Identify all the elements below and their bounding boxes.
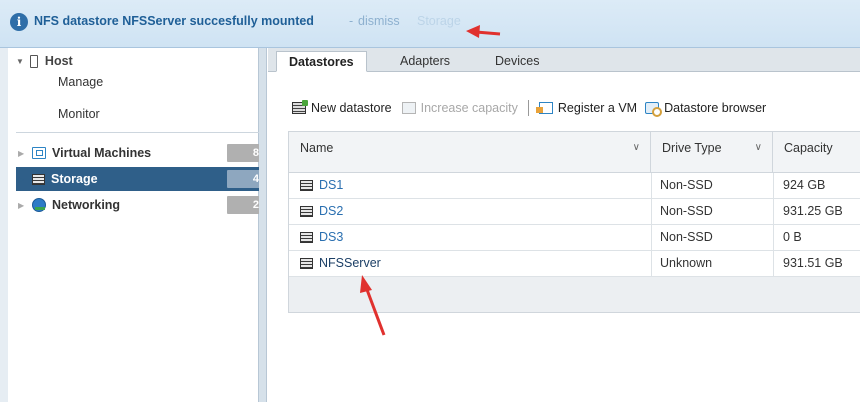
sidebar-item-networking[interactable]: ▶ Networking 2 [16,193,267,217]
sidebar-item-label: Networking [52,198,121,212]
sidebar-item-virtual-machines[interactable]: ▶ Virtual Machines 8 [16,141,267,165]
column-header-name[interactable]: Name ∨ [289,132,651,172]
table-footer [289,277,860,313]
datastore-browser-button[interactable]: Datastore browser [645,101,767,117]
toolbar: New datastore Increase capacity Register… [292,98,766,118]
capacity-cell: 924 GB [783,178,826,192]
register-vm-icon [535,102,553,114]
host-node[interactable]: ▼ Host [16,51,73,71]
sidebar-resize-handle[interactable] [259,48,267,402]
datastore-browser-label: Datastore browser [664,101,767,115]
register-vm-button[interactable]: Register a VM [535,101,638,115]
sidebar-item-label: Virtual Machines [52,146,152,160]
host-label: Host [44,54,73,68]
tab-devices[interactable]: Devices [483,51,551,72]
sidebar-item-manage[interactable]: Manage [58,75,103,89]
column-divider [651,199,652,224]
register-vm-label: Register a VM [557,101,638,115]
caret-down-icon[interactable]: ▼ [16,57,24,66]
notification-banner: i NFS datastore NFSServer succesfully mo… [0,0,860,48]
caret-right-icon[interactable]: ▶ [16,175,32,184]
column-header-label: Drive Type [662,141,722,155]
table-row[interactable]: DS3 Non-SSD 0 B [289,225,860,251]
new-datastore-icon [292,100,308,114]
chevron-down-icon[interactable]: ∨ [633,132,640,164]
main-panel: Datastores Adapters Devices New datastor… [268,48,860,402]
column-divider [773,199,774,224]
tab-adapters[interactable]: Adapters [388,51,462,72]
datastore-browser-icon [645,102,663,117]
new-datastore-button[interactable]: New datastore [292,100,392,115]
datastore-link[interactable]: DS3 [319,225,343,250]
capacity-cell: 931.51 GB [783,256,843,270]
drive-type-cell: Non-SSD [660,230,713,244]
name-cell: DS1 [300,173,343,198]
name-cell: DS2 [300,199,343,224]
count-badge: 2 [227,196,263,214]
table-row[interactable]: DS1 Non-SSD 924 GB [289,173,860,199]
datastore-link[interactable]: NFSServer [319,251,381,276]
capacity-cell: 0 B [783,230,802,244]
increase-capacity-label: Increase capacity [420,101,518,115]
sidebar-item-monitor[interactable]: Monitor [58,107,100,121]
datastore-link[interactable]: DS2 [319,199,343,224]
datastore-icon [300,206,313,217]
banner-separator: - [349,14,354,28]
host-icon [29,54,38,68]
drive-type-cell: Non-SSD [660,178,713,192]
column-header-drive-type[interactable]: Drive Type ∨ [651,132,773,172]
new-datastore-label: New datastore [311,101,392,115]
vm-icon [32,147,46,159]
chevron-down-icon[interactable]: ∨ [755,132,762,164]
column-divider [773,225,774,250]
column-header-capacity[interactable]: Capacity [773,132,860,172]
datastore-icon [300,258,313,269]
drive-type-cell: Unknown [660,256,713,270]
datastore-icon [300,180,313,191]
column-divider [651,251,652,276]
capacity-cell: 931.25 GB [783,204,843,218]
drive-type-cell: Non-SSD [660,204,713,218]
toolbar-separator [527,100,529,116]
name-cell: DS3 [300,225,343,250]
navigator-sidebar: ▼ Host Manage Monitor ▶ Virtual Machines… [0,48,267,402]
column-header-label: Name [300,141,334,155]
tab-bar: Datastores Adapters Devices [268,48,860,72]
datastores-table: Name ∨ Drive Type ∨ Capacity DS1 Non-SSD… [288,131,860,313]
banner-ghost-text: Storage [417,14,461,28]
sidebar-item-label: Storage [51,172,98,186]
name-cell: NFSServer [300,251,381,276]
table-row[interactable]: DS2 Non-SSD 931.25 GB [289,199,860,225]
count-badge: 4 [227,170,263,188]
tab-datastores[interactable]: Datastores [276,51,367,72]
storage-icon [32,173,45,185]
network-icon [32,198,46,212]
table-header: Name ∨ Drive Type ∨ Capacity [289,132,860,173]
dismiss-link[interactable]: dismiss [358,14,400,28]
info-icon: i [10,13,28,31]
increase-capacity-icon [401,102,416,114]
caret-right-icon[interactable]: ▶ [16,201,32,210]
sidebar-item-storage[interactable]: ▶ Storage 4 [16,167,267,191]
caret-right-icon[interactable]: ▶ [16,149,32,158]
banner-message: NFS datastore NFSServer succesfully moun… [34,14,314,28]
datastore-icon [300,232,313,243]
column-divider [773,173,774,198]
table-row[interactable]: NFSServer Unknown 931.51 GB [289,251,860,277]
column-divider [651,173,652,198]
column-divider [773,251,774,276]
column-divider [651,225,652,250]
increase-capacity-button[interactable]: Increase capacity [401,101,518,115]
count-badge: 8 [227,144,263,162]
datastore-link[interactable]: DS1 [319,173,343,198]
sidebar-divider [16,132,267,133]
column-header-label: Capacity [784,141,833,155]
